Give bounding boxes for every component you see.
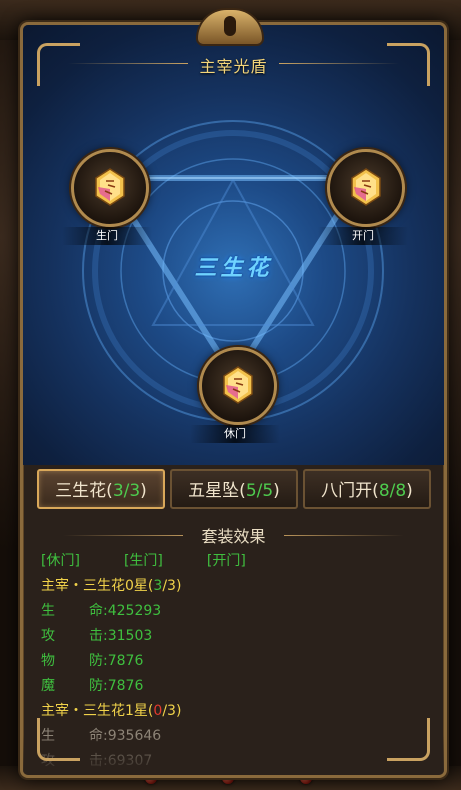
stat-row: 物防:7876 xyxy=(41,649,431,674)
stat-value: 7876 xyxy=(107,653,144,669)
magic-circle-area: 主宰光盾 生门 开门 三生花 休门 xyxy=(23,25,444,465)
tab-label: 五星坠 xyxy=(188,481,240,501)
rune-node-label: 开门 xyxy=(318,227,408,245)
rune-node-shengmen[interactable] xyxy=(71,149,149,227)
set-effect-header: 套装效果 xyxy=(23,523,444,547)
rune-gem-icon xyxy=(223,366,253,404)
tab-bamenkai[interactable]: 八门开(8/8) xyxy=(303,469,431,509)
tier-progress-total: 3 xyxy=(167,703,176,719)
stat-key: 攻 xyxy=(41,628,55,644)
stat-key: 防 xyxy=(89,653,103,669)
stat-value: 31503 xyxy=(107,628,153,644)
tier-title-row: 主宰・三生花0星(3/3) xyxy=(41,578,182,594)
stat-row: 攻击:31503 xyxy=(41,624,431,649)
stat-row: 生命:425293 xyxy=(41,599,431,624)
set-effect-title: 套装效果 xyxy=(201,527,266,546)
section-divider xyxy=(63,535,183,536)
rune-node-kaimen[interactable] xyxy=(327,149,405,227)
set-piece: [生门] xyxy=(123,553,163,569)
frame-corner-ornament xyxy=(387,718,430,761)
dragon-corner-ornament xyxy=(387,43,430,86)
tab-label: 八门开 xyxy=(321,481,373,501)
dominator-shield-panel: 主宰光盾 生门 开门 三生花 休门 三生花(3/3) 五星坠(5/5) 八门开(… xyxy=(20,22,447,778)
title-divider xyxy=(279,63,399,64)
stat-key: 生 xyxy=(41,603,55,619)
tier-title: 主宰・三生花1星 xyxy=(41,703,148,719)
tab-progress: 5/5 xyxy=(245,481,274,501)
stat-key: 魔 xyxy=(41,678,55,694)
tab-wuxingzhui[interactable]: 五星坠(5/5) xyxy=(170,469,298,509)
rune-gem-icon xyxy=(95,168,125,206)
dragon-corner-ornament xyxy=(37,43,80,86)
set-piece: [开门] xyxy=(206,553,246,569)
stat-key: 击 xyxy=(89,628,103,644)
stat-value: 7876 xyxy=(107,678,144,694)
stat-key: 物 xyxy=(41,653,55,669)
panel-title-bar: 主宰光盾 xyxy=(23,53,444,76)
set-center-name: 三生花 xyxy=(194,256,273,281)
frame-corner-ornament xyxy=(37,718,80,761)
tab-sanshenghua[interactable]: 三生花(3/3) xyxy=(37,469,165,509)
tier-title: 主宰・三生花0星 xyxy=(41,578,148,594)
tier-title-row: 主宰・三生花1星(0/3) xyxy=(41,703,182,719)
set-pieces-row: [休门] [生门] [开门] xyxy=(41,549,431,574)
rune-node-label: 生门 xyxy=(62,227,152,245)
stat-value: 425293 xyxy=(107,603,162,619)
stat-row: 魔防:7876 xyxy=(41,674,431,699)
set-piece: [休门] xyxy=(41,553,80,569)
tier-progress-total: 3 xyxy=(167,578,176,594)
set-tabs: 三生花(3/3) 五星坠(5/5) 八门开(8/8) xyxy=(37,469,431,511)
rune-node-xiumen[interactable] xyxy=(199,347,277,425)
rune-node-label: 休门 xyxy=(190,425,280,443)
panel-title: 主宰光盾 xyxy=(199,57,268,76)
tier-progress-done: 0 xyxy=(153,703,163,719)
rune-gem-icon xyxy=(351,168,381,206)
tab-progress: 3/3 xyxy=(112,481,141,501)
tier-progress-done: 3 xyxy=(153,578,163,594)
tab-progress: 8/8 xyxy=(378,481,407,501)
tab-label: 三生花 xyxy=(55,481,107,501)
scroll-fade xyxy=(23,735,444,775)
section-divider xyxy=(284,535,404,536)
stat-key: 命 xyxy=(89,603,103,619)
title-divider xyxy=(68,63,188,64)
stat-key: 防 xyxy=(89,678,103,694)
